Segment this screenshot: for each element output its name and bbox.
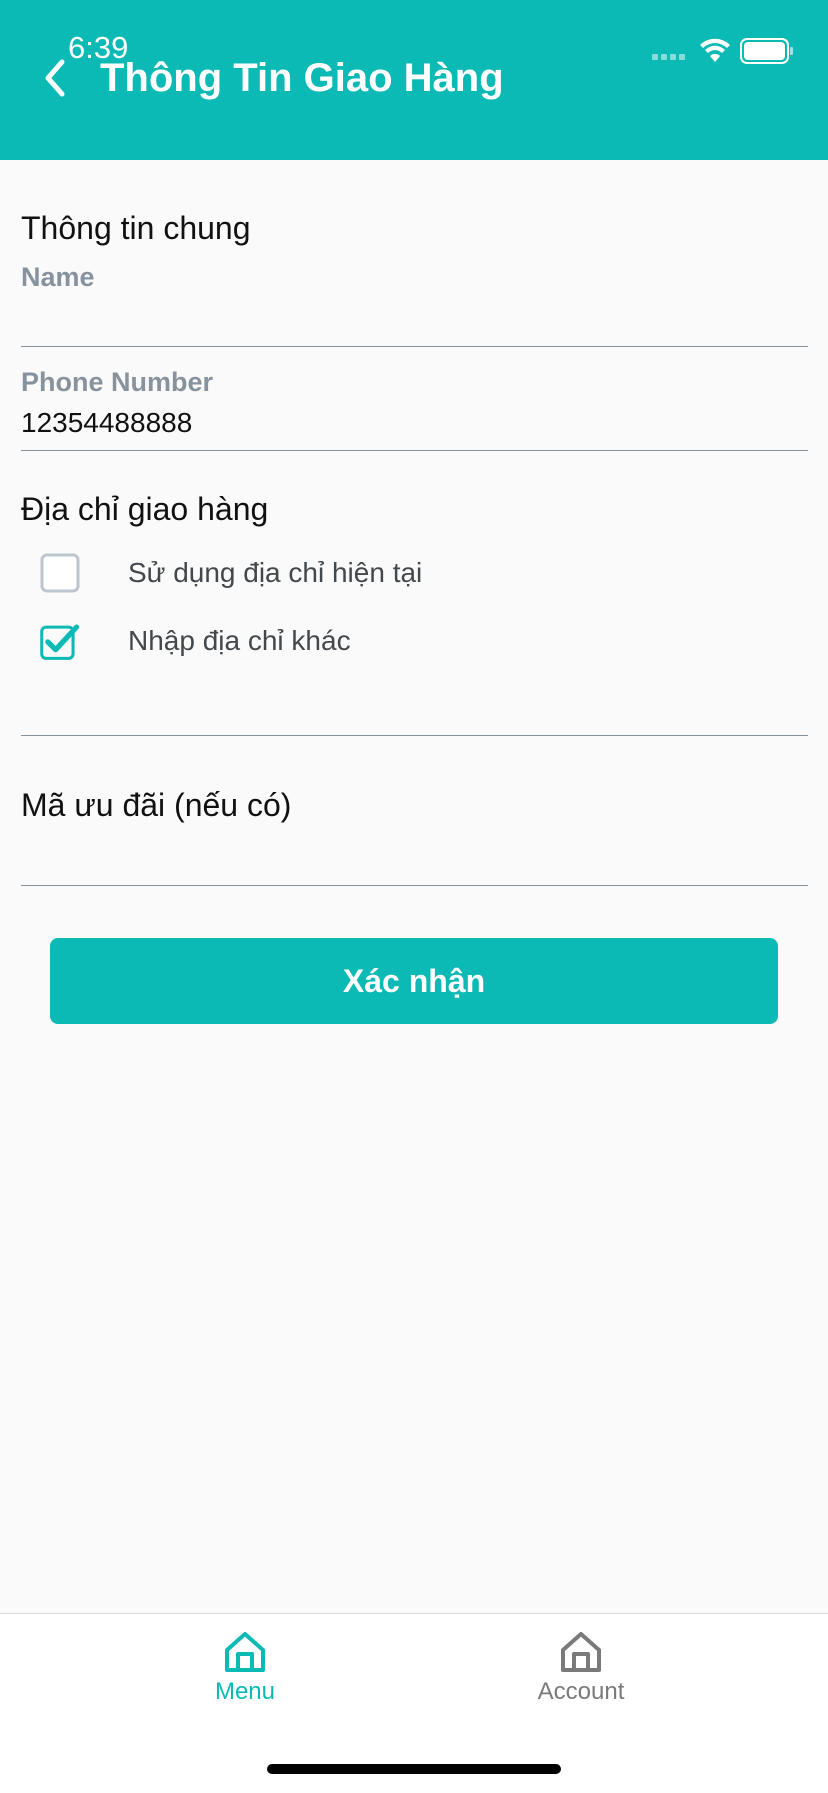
promo-input-line[interactable] xyxy=(21,885,808,886)
promo-section-title: Mã ưu đãi (nếu có) xyxy=(21,787,292,823)
chevron-left-icon xyxy=(45,59,65,97)
signal-icon xyxy=(652,54,685,60)
back-button[interactable] xyxy=(34,52,74,104)
confirm-button[interactable]: Xác nhận xyxy=(50,938,778,1024)
address-section-title: Địa chỉ giao hàng xyxy=(21,491,269,527)
home-icon xyxy=(561,1632,601,1672)
checkbox-checked-icon[interactable] xyxy=(40,621,80,661)
address-input-line[interactable] xyxy=(21,735,808,736)
name-label: Name xyxy=(21,262,95,292)
phone-label: Phone Number xyxy=(21,367,214,397)
address-option-current[interactable]: Sử dụng địa chỉ hiện tại xyxy=(40,549,422,597)
tab-menu[interactable]: Menu xyxy=(145,1630,345,1720)
tab-account-label: Account xyxy=(537,1678,625,1705)
header-bar: 6:39 Thông Tin Giao Hàng xyxy=(0,0,828,160)
page-title: Thông Tin Giao Hàng xyxy=(100,56,504,100)
home-indicator xyxy=(267,1764,561,1774)
wifi-icon xyxy=(700,38,730,62)
home-icon xyxy=(225,1632,265,1672)
address-option-current-label: Sử dụng địa chỉ hiện tại xyxy=(128,557,423,588)
address-option-other-label: Nhập địa chỉ khác xyxy=(128,625,351,656)
tab-account[interactable]: Account xyxy=(481,1630,681,1720)
checkbox-unchecked-icon[interactable] xyxy=(40,553,80,593)
address-option-other[interactable]: Nhập địa chỉ khác xyxy=(40,617,351,665)
phone-input[interactable] xyxy=(21,404,808,451)
status-icons xyxy=(652,36,796,66)
name-input[interactable] xyxy=(21,296,808,347)
general-section-title: Thông tin chung xyxy=(21,210,251,246)
battery-icon xyxy=(740,38,793,64)
tab-menu-label: Menu xyxy=(214,1678,276,1705)
